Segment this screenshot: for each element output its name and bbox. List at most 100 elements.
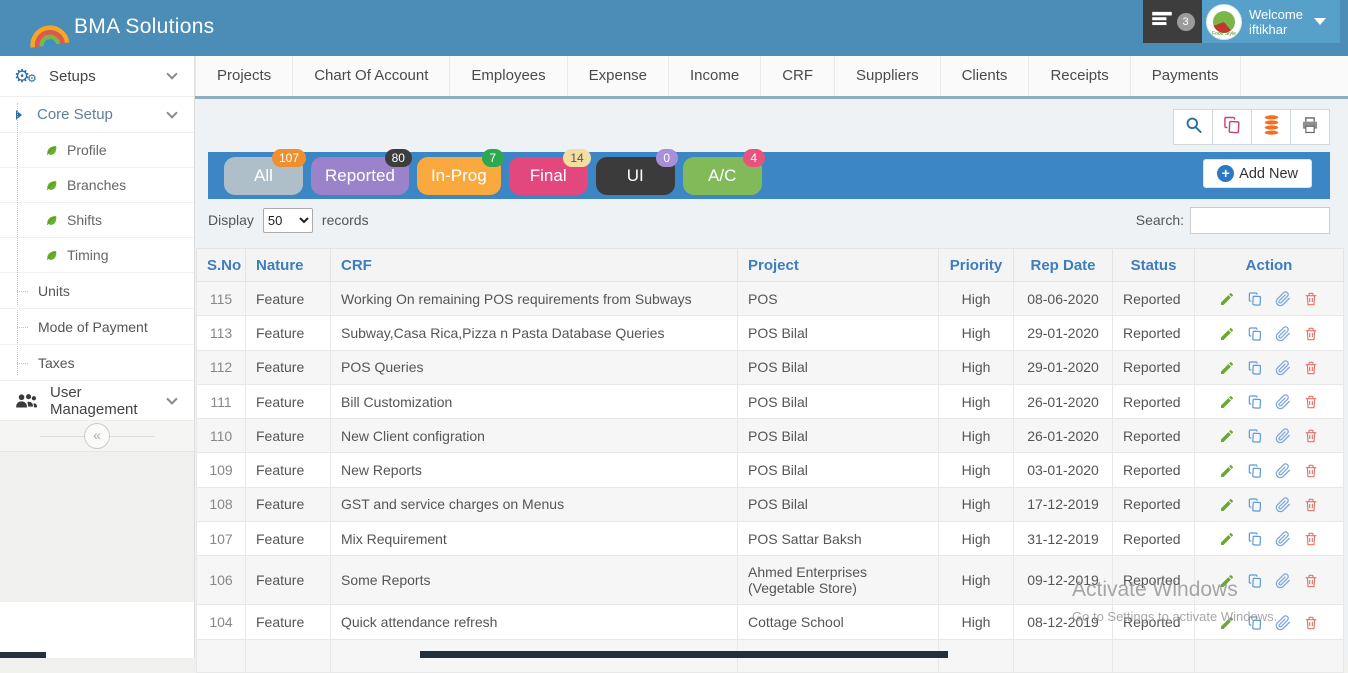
edit-icon[interactable] <box>1219 360 1235 376</box>
filter-count-badge: 107 <box>272 149 306 167</box>
search-input[interactable] <box>1190 207 1330 234</box>
filter-button-reported[interactable]: 80Reported <box>311 157 409 195</box>
main-content: 107All80Reported7In-Prog14Final0UI4A/C +… <box>195 99 1348 658</box>
print-button[interactable] <box>1290 109 1330 145</box>
cell-rep-date: 08-12-2019 <box>1014 605 1113 639</box>
copy-icon[interactable] <box>1247 326 1263 342</box>
edit-icon[interactable] <box>1219 573 1235 589</box>
col-header-project[interactable]: Project <box>738 249 939 282</box>
col-header-action[interactable]: Action <box>1195 249 1344 282</box>
delete-icon[interactable] <box>1303 573 1319 589</box>
cell-nature: Feature <box>246 487 331 521</box>
leaf-icon <box>45 179 58 192</box>
sidebar-item-user-management[interactable]: User Management <box>0 381 194 421</box>
database-export-button[interactable] <box>1251 109 1291 145</box>
search-toggle-button[interactable] <box>1173 109 1213 145</box>
filter-button-a-c[interactable]: 4A/C <box>683 157 762 195</box>
attachment-icon[interactable] <box>1275 463 1291 479</box>
attachment-icon[interactable] <box>1275 428 1291 444</box>
delete-icon[interactable] <box>1303 360 1319 376</box>
sidebar-item-taxes[interactable]: Taxes <box>0 345 194 381</box>
collapse-sidebar-button[interactable]: « <box>84 423 110 449</box>
sidebar-item-shifts[interactable]: Shifts <box>0 203 194 238</box>
filter-label: A/C <box>708 166 736 186</box>
copy-icon[interactable] <box>1247 573 1263 589</box>
delete-icon[interactable] <box>1303 394 1319 410</box>
nav-item-income[interactable]: Income <box>669 56 761 96</box>
nav-item-expense[interactable]: Expense <box>568 56 669 96</box>
sidebar-item-units[interactable]: Units <box>0 273 194 309</box>
sidebar-item-core-setup[interactable]: Core Setup <box>0 97 194 133</box>
sidebar-item-mode-of-payment[interactable]: Mode of Payment <box>0 309 194 345</box>
delete-icon[interactable] <box>1303 291 1319 307</box>
nav-item-crf[interactable]: CRF <box>761 56 835 96</box>
filter-button-in-prog[interactable]: 7In-Prog <box>417 157 501 195</box>
attachment-icon[interactable] <box>1275 615 1291 631</box>
delete-icon[interactable] <box>1303 497 1319 513</box>
edit-icon[interactable] <box>1219 463 1235 479</box>
nav-item-chart-of-account[interactable]: Chart Of Account <box>293 56 450 96</box>
attachment-icon[interactable] <box>1275 531 1291 547</box>
sidebar-item-setups[interactable]: ⚙⚙ Setups <box>0 56 194 97</box>
delete-icon[interactable] <box>1303 615 1319 631</box>
copy-icon[interactable] <box>1247 360 1263 376</box>
copy-icon[interactable] <box>1247 497 1263 513</box>
copy-icon[interactable] <box>1247 428 1263 444</box>
edit-icon[interactable] <box>1219 531 1235 547</box>
cell-empty <box>197 639 246 672</box>
nav-item-employees[interactable]: Employees <box>450 56 567 96</box>
attachment-icon[interactable] <box>1275 497 1291 513</box>
edit-icon[interactable] <box>1219 291 1235 307</box>
cell-actions <box>1195 350 1344 384</box>
sidebar-item-timing[interactable]: Timing <box>0 238 194 273</box>
delete-icon[interactable] <box>1303 531 1319 547</box>
attachment-icon[interactable] <box>1275 291 1291 307</box>
search-label: Search: <box>1136 212 1184 228</box>
nav-item-receipts[interactable]: Receipts <box>1029 56 1130 96</box>
nav-item-suppliers[interactable]: Suppliers <box>835 56 941 96</box>
attachment-icon[interactable] <box>1275 360 1291 376</box>
edit-icon[interactable] <box>1219 615 1235 631</box>
delete-icon[interactable] <box>1303 428 1319 444</box>
col-header-nature[interactable]: Nature <box>246 249 331 282</box>
copy-icon[interactable] <box>1247 531 1263 547</box>
add-new-button[interactable]: + Add New <box>1203 159 1312 188</box>
nav-item-projects[interactable]: Projects <box>195 56 293 96</box>
edit-icon[interactable] <box>1219 394 1235 410</box>
attachment-icon[interactable] <box>1275 326 1291 342</box>
gear-icon: ⚙⚙ <box>14 66 38 87</box>
horizontal-scrollbar-thumb[interactable] <box>420 651 948 658</box>
delete-icon[interactable] <box>1303 326 1319 342</box>
copy-icon[interactable] <box>1247 394 1263 410</box>
col-header-crf[interactable]: CRF <box>331 249 738 282</box>
filter-button-ui[interactable]: 0UI <box>596 157 675 195</box>
top-nav: ProjectsChart Of AccountEmployeesExpense… <box>195 56 1348 99</box>
cell-priority: High <box>939 282 1014 316</box>
cell-status: Reported <box>1113 350 1195 384</box>
filter-button-all[interactable]: 107All <box>224 157 303 195</box>
filter-label: All <box>254 166 273 186</box>
copy-icon[interactable] <box>1247 615 1263 631</box>
sidebar-item-branches[interactable]: Branches <box>0 168 194 203</box>
col-header-rep-date[interactable]: Rep Date <box>1014 249 1113 282</box>
sidebar-item-profile[interactable]: Profile <box>0 133 194 168</box>
edit-icon[interactable] <box>1219 428 1235 444</box>
col-header-priority[interactable]: Priority <box>939 249 1014 282</box>
nav-item-payments[interactable]: Payments <box>1131 56 1241 96</box>
col-header-s-no[interactable]: S.No <box>197 249 246 282</box>
edit-icon[interactable] <box>1219 497 1235 513</box>
copy-icon[interactable] <box>1247 463 1263 479</box>
notifications-button[interactable]: 3 <box>1143 0 1202 43</box>
nav-item-clients[interactable]: Clients <box>941 56 1030 96</box>
filter-button-final[interactable]: 14Final <box>509 157 588 195</box>
attachment-icon[interactable] <box>1275 394 1291 410</box>
copy-export-button[interactable] <box>1212 109 1252 145</box>
page-size-select[interactable]: 50 <box>263 208 313 233</box>
delete-icon[interactable] <box>1303 463 1319 479</box>
user-menu[interactable]: Food Style Welcome iftikhar <box>1202 0 1340 43</box>
copy-icon[interactable] <box>1247 291 1263 307</box>
edit-icon[interactable] <box>1219 326 1235 342</box>
sidebar-item-label: Timing <box>67 247 109 263</box>
attachment-icon[interactable] <box>1275 573 1291 589</box>
col-header-status[interactable]: Status <box>1113 249 1195 282</box>
